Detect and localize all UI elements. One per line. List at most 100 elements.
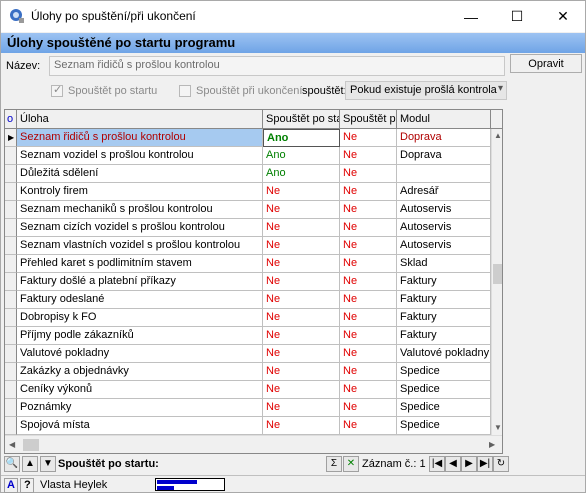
table-row[interactable]: Faktury odeslané Ne Ne Faktury <box>5 291 491 309</box>
open-button[interactable]: Opravit <box>510 54 582 73</box>
table-row[interactable]: Poznámky Ne Ne Spedice <box>5 399 491 417</box>
table-row[interactable]: Důležitá sdělení Ano Ne <box>5 165 491 183</box>
last-record-button[interactable]: ▶| <box>477 456 493 472</box>
cell-exit[interactable]: Ne <box>340 363 397 381</box>
cell-start[interactable]: Ne <box>263 237 340 255</box>
maximize-button[interactable]: ☐ <box>494 1 540 32</box>
sum-button[interactable]: Σ <box>326 456 342 472</box>
run-condition-select[interactable]: Pokud existuje prošlá kontrola ▾ <box>345 81 507 100</box>
cell-task[interactable]: Poznámky <box>17 399 263 417</box>
cell-task[interactable]: Faktury odeslané <box>17 291 263 309</box>
table-row[interactable]: Faktury došlé a platební příkazy Ne Ne Fakt… <box>5 273 491 291</box>
cell-start[interactable]: Ano <box>263 165 340 183</box>
cell-module[interactable]: Faktury <box>397 291 491 309</box>
cell-start[interactable]: Ne <box>263 381 340 399</box>
cell-task[interactable]: Zakázky a objednávky <box>17 363 263 381</box>
cell-module[interactable]: Autoservis <box>397 237 491 255</box>
cell-start[interactable]: Ne <box>263 345 340 363</box>
a-button[interactable]: A <box>4 478 18 493</box>
run-on-exit-checkbox[interactable] <box>179 85 191 97</box>
cell-exit[interactable]: Ne <box>340 309 397 327</box>
run-on-start-checkbox[interactable] <box>51 83 63 97</box>
table-row[interactable]: Seznam vlastních vozidel s prošlou kontr… <box>5 237 491 255</box>
cell-exit[interactable]: Ne <box>340 417 397 435</box>
column-header-task[interactable]: Úloha <box>17 110 263 129</box>
cell-task[interactable]: Seznam vozidel s prošlou kontrolou <box>17 147 263 165</box>
cell-module[interactable]: Spedice <box>397 363 491 381</box>
cell-task[interactable]: Přehled karet s podlimitním stavem <box>17 255 263 273</box>
help-button[interactable]: ? <box>20 478 34 493</box>
close-button[interactable]: ✕ <box>540 1 586 32</box>
table-row[interactable]: Přehled karet s podlimitním stavem Ne Ne Sk… <box>5 255 491 273</box>
cell-exit[interactable]: Ne <box>340 273 397 291</box>
cell-module[interactable]: Autoservis <box>397 219 491 237</box>
cell-module[interactable]: Faktury <box>397 309 491 327</box>
cell-module[interactable]: Valutové pokladny <box>397 345 491 363</box>
cell-start[interactable]: Ne <box>263 273 340 291</box>
first-record-button[interactable]: |◀ <box>429 456 445 472</box>
scroll-left-icon[interactable]: ◀ <box>9 440 15 449</box>
table-row[interactable]: ▶ Seznam řidičů s prošlou kontrolou Ano Ne D… <box>5 129 491 147</box>
cell-start[interactable]: Ne <box>263 201 340 219</box>
table-row[interactable]: Příjmy podle zákazníků Ne Ne Faktury <box>5 327 491 345</box>
cell-exit[interactable]: Ne <box>340 327 397 345</box>
cell-exit[interactable]: Ne <box>340 345 397 363</box>
cell-task[interactable]: Faktury došlé a platební příkazy <box>17 273 263 291</box>
cell-task[interactable]: Spojová místa <box>17 417 263 435</box>
vertical-scrollbar[interactable]: ▲ ▼ <box>491 129 502 435</box>
cell-start[interactable]: Ano <box>263 129 340 147</box>
column-header-module[interactable]: Modul <box>397 110 491 129</box>
cell-module[interactable]: Faktury <box>397 273 491 291</box>
cell-task[interactable]: Seznam řidičů s prošlou kontrolou <box>17 129 263 147</box>
table-row[interactable]: Ceníky výkonů Ne Ne Spedice <box>5 381 491 399</box>
cell-start[interactable]: Ne <box>263 309 340 327</box>
next-record-button[interactable]: ▶ <box>461 456 477 472</box>
cell-task[interactable]: Seznam vlastních vozidel s prošlou kontr… <box>17 237 263 255</box>
cell-task[interactable]: Ceníky výkonů <box>17 381 263 399</box>
table-row[interactable]: Dobropisy k FO Ne Ne Faktury <box>5 309 491 327</box>
cell-module[interactable]: Autoservis <box>397 201 491 219</box>
cell-exit[interactable]: Ne <box>340 237 397 255</box>
vertical-scroll-thumb[interactable] <box>493 264 502 284</box>
move-up-button[interactable]: ▲ <box>22 456 38 472</box>
cell-exit[interactable]: Ne <box>340 291 397 309</box>
cell-exit[interactable]: Ne <box>340 165 397 183</box>
column-header-run-on-start[interactable]: Spouštět po sta <box>263 110 340 129</box>
scroll-down-icon[interactable]: ▼ <box>494 423 502 432</box>
cell-module[interactable]: Doprava <box>397 129 491 147</box>
cell-exit[interactable]: Ne <box>340 147 397 165</box>
cell-start[interactable]: Ano <box>263 147 340 165</box>
cell-module[interactable]: Doprava <box>397 147 491 165</box>
table-row[interactable]: Kontroly firem Ne Ne Adresář <box>5 183 491 201</box>
cell-start[interactable]: Ne <box>263 363 340 381</box>
cell-start[interactable]: Ne <box>263 399 340 417</box>
cell-exit[interactable]: Ne <box>340 381 397 399</box>
excel-export-icon[interactable]: ✕ <box>343 456 359 472</box>
cell-module[interactable]: Spedice <box>397 399 491 417</box>
cell-module[interactable]: Faktury <box>397 327 491 345</box>
cell-exit[interactable]: Ne <box>340 201 397 219</box>
cell-start[interactable]: Ne <box>263 183 340 201</box>
cell-task[interactable]: Kontroly firem <box>17 183 263 201</box>
cell-task[interactable]: Valutové pokladny <box>17 345 263 363</box>
scroll-right-icon[interactable]: ▶ <box>489 440 495 449</box>
prev-record-button[interactable]: ◀ <box>445 456 461 472</box>
cell-module[interactable]: Sklad <box>397 255 491 273</box>
cell-exit[interactable]: Ne <box>340 129 397 147</box>
scroll-up-icon[interactable]: ▲ <box>494 131 502 140</box>
horizontal-scroll-thumb[interactable] <box>23 439 39 451</box>
cell-exit[interactable]: Ne <box>340 399 397 417</box>
cell-module[interactable]: Spedice <box>397 417 491 435</box>
cell-module[interactable]: Adresář <box>397 183 491 201</box>
refresh-icon[interactable]: ↻ <box>493 456 509 472</box>
cell-task[interactable]: Dobropisy k FO <box>17 309 263 327</box>
cell-exit[interactable]: Ne <box>340 183 397 201</box>
cell-task[interactable]: Seznam cizích vozidel s prošlou kontrolo… <box>17 219 263 237</box>
cell-task[interactable]: Příjmy podle zákazníků <box>17 327 263 345</box>
table-row[interactable]: Spojová místa Ne Ne Spedice <box>5 417 491 435</box>
cell-task[interactable]: Důležitá sdělení <box>17 165 263 183</box>
cell-task[interactable]: Seznam mechaniků s prošlou kontrolou <box>17 201 263 219</box>
cell-start[interactable]: Ne <box>263 219 340 237</box>
minimize-button[interactable]: — <box>448 1 494 32</box>
cell-start[interactable]: Ne <box>263 327 340 345</box>
